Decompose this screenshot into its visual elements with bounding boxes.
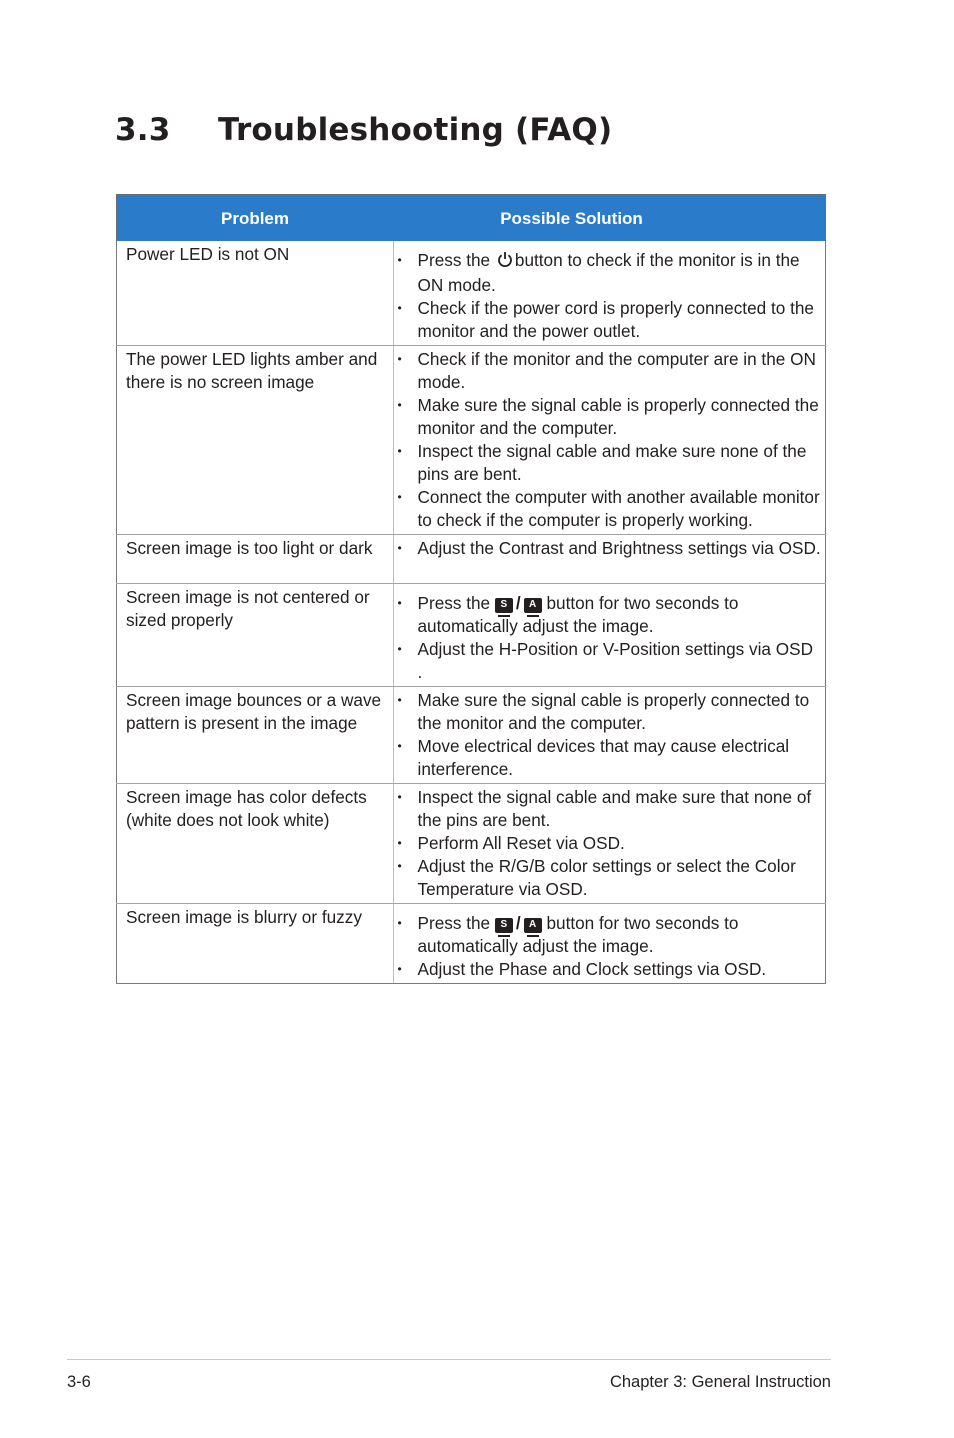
solution-item: Adjust the R/G/B color settings or selec… [394, 855, 822, 901]
problem-cell: Screen image is too light or dark [116, 534, 394, 584]
solution-cell: Check if the monitor and the computer ar… [393, 345, 826, 535]
solution-item: Make sure the signal cable is properly c… [394, 689, 822, 735]
solution-list: Press the S/A button for two seconds to … [394, 592, 822, 684]
problem-cell: Screen image has color defects (white do… [116, 783, 394, 904]
s-button-icon: S [494, 918, 513, 937]
a-button-icon: A [523, 918, 542, 937]
solution-item: Connect the computer with another availa… [394, 486, 822, 532]
solution-list: Adjust the Contrast and Brightness setti… [394, 537, 822, 560]
solution-list: Check if the monitor and the computer ar… [394, 348, 822, 532]
table-row: Screen image is blurry or fuzzy Press th… [116, 903, 826, 984]
slash-separator: / [515, 913, 521, 933]
solution-cell: Press the button to check if the monitor… [393, 241, 826, 346]
solution-list: Press the S/A button for two seconds to … [394, 912, 822, 981]
solution-cell: Press the S/A button for two seconds to … [393, 903, 826, 984]
problem-cell: The power LED lights amber and there is … [116, 345, 394, 535]
table-row: Screen image bounces or a wave pattern i… [116, 686, 826, 784]
solution-list: Inspect the signal cable and make sure t… [394, 786, 822, 901]
footer-divider [67, 1359, 831, 1360]
table-row: Screen image is too light or dark Adjust… [116, 534, 826, 584]
power-icon [497, 251, 513, 274]
table-row: The power LED lights amber and there is … [116, 345, 826, 535]
solution-cell: Make sure the signal cable is properly c… [393, 686, 826, 784]
solution-item: Press the S/A button for two seconds to … [394, 912, 822, 958]
table-row: Screen image has color defects (white do… [116, 783, 826, 904]
solution-item: Press the S/A button for two seconds to … [394, 592, 822, 638]
page-number: 3-6 [67, 1373, 91, 1391]
solution-cell: Inspect the signal cable and make sure t… [393, 783, 826, 904]
solution-item: Adjust the Phase and Clock settings via … [394, 958, 822, 981]
table-row: Screen image is not centered or sized pr… [116, 583, 826, 687]
section-title-text: Troubleshooting (FAQ) [218, 112, 613, 148]
a-button-icon: A [523, 598, 542, 617]
solution-item: Adjust the H-Position or V-Position sett… [394, 638, 822, 684]
chapter-label: Chapter 3: General Instruction [609, 1373, 831, 1391]
table-row: Power LED is not ON Press the button to … [116, 241, 826, 346]
solution-cell: Adjust the Contrast and Brightness setti… [393, 534, 826, 584]
problem-cell: Screen image is blurry or fuzzy [116, 903, 394, 984]
solution-item: Inspect the signal cable and make sure t… [394, 786, 822, 832]
solution-item: Adjust the Contrast and Brightness setti… [394, 537, 822, 560]
s-button-icon: S [494, 598, 513, 617]
problem-cell: Screen image is not centered or sized pr… [116, 583, 394, 687]
problem-cell: Power LED is not ON [116, 241, 394, 346]
section-number: 3.3 [115, 112, 171, 148]
solution-item: Check if the monitor and the computer ar… [394, 348, 822, 394]
solution-list: Press the button to check if the monitor… [394, 249, 822, 343]
solution-item: Press the button to check if the monitor… [394, 249, 822, 297]
solution-item: Make sure the signal cable is properly c… [394, 394, 822, 440]
header-problem: Problem [116, 194, 393, 241]
solution-item: Perform All Reset via OSD. [394, 832, 822, 855]
solution-item: Inspect the signal cable and make sure n… [394, 440, 822, 486]
header-solution: Possible Solution [393, 194, 826, 241]
section-title: 3.3 Troubleshooting (FAQ) [115, 112, 612, 148]
table-header-row: Problem Possible Solution [116, 194, 826, 241]
problem-cell: Screen image bounces or a wave pattern i… [116, 686, 394, 784]
solution-item: Check if the power cord is properly conn… [394, 297, 822, 343]
solution-list: Make sure the signal cable is properly c… [394, 689, 822, 781]
solution-item: Move electrical devices that may cause e… [394, 735, 822, 781]
slash-separator: / [515, 593, 521, 613]
solution-cell: Press the S/A button for two seconds to … [393, 583, 826, 687]
troubleshooting-table: Problem Possible Solution Power LED is n… [116, 194, 826, 984]
